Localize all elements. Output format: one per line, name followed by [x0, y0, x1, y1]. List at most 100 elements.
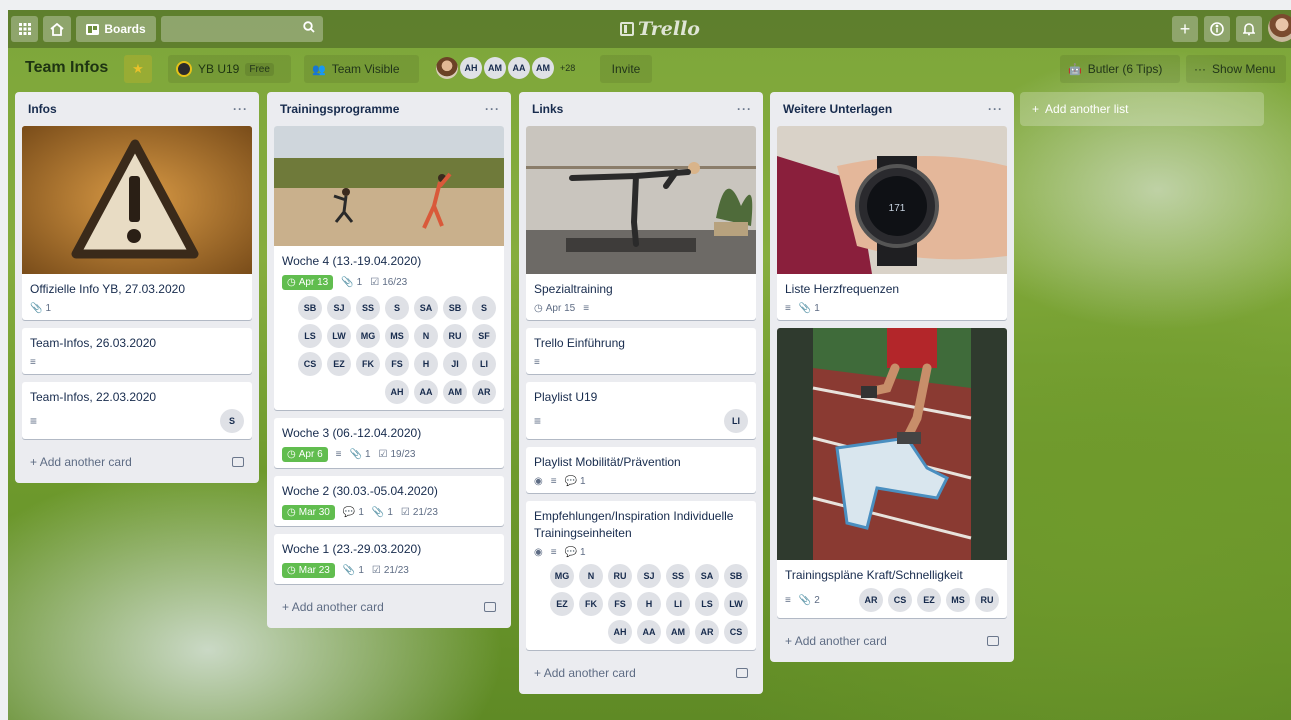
member-avatar[interactable]: LW — [327, 324, 351, 348]
due-date-badge[interactable]: ◷ Apr 13 — [282, 275, 334, 290]
list-header[interactable]: Infos ··· — [22, 92, 252, 126]
member-avatar[interactable]: RU — [975, 588, 999, 612]
member-avatar-photo[interactable] — [436, 57, 458, 79]
member-avatar[interactable]: H — [414, 352, 438, 376]
member-avatar[interactable]: AA — [637, 620, 661, 644]
card[interactable]: Team-Infos, 22.03.2020 ≡ S — [22, 382, 252, 439]
due-date-badge[interactable]: ◷ Mar 30 — [282, 505, 335, 520]
member-avatar[interactable]: SA — [695, 564, 719, 588]
member-avatar[interactable]: RU — [608, 564, 632, 588]
member-avatar[interactable]: SS — [356, 296, 380, 320]
apps-grid-icon[interactable] — [11, 16, 38, 42]
list-title[interactable]: Links — [532, 102, 563, 116]
member-avatar[interactable]: AH — [385, 380, 409, 404]
card[interactable]: Woche 4 (13.-19.04.2020) ◷ Apr 13 📎 1 ☑ 16/… — [274, 126, 504, 410]
show-menu-button[interactable]: ··· Show Menu — [1186, 55, 1286, 83]
card[interactable]: Playlist Mobilität/Prävention ◉ ≡ 💬 1 — [526, 447, 756, 493]
member-avatar[interactable]: AR — [695, 620, 719, 644]
card[interactable]: 171 Liste Herzfrequenzen ≡ 📎 1 — [777, 126, 1007, 320]
card[interactable]: Trainingspläne Kraft/Schnelligkeit ≡ 📎 2 … — [777, 328, 1007, 618]
member-avatar[interactable]: SA — [414, 296, 438, 320]
card-template-icon[interactable] — [987, 636, 999, 646]
card[interactable]: Offizielle Info YB, 27.03.2020 📎 1 — [22, 126, 252, 320]
card-template-icon[interactable] — [484, 602, 496, 612]
member-avatar[interactable]: MS — [385, 324, 409, 348]
member-avatar[interactable]: LW — [724, 592, 748, 616]
card[interactable]: Team-Infos, 26.03.2020 ≡ — [22, 328, 252, 374]
member-avatar[interactable]: CS — [298, 352, 322, 376]
member-avatar[interactable]: EZ — [550, 592, 574, 616]
member-avatar[interactable]: FS — [385, 352, 409, 376]
search-input[interactable] — [161, 16, 323, 42]
list-title[interactable]: Trainingsprogramme — [280, 102, 399, 116]
add-list-button[interactable]: + Add another list — [1020, 92, 1264, 126]
invite-button[interactable]: Invite — [600, 55, 652, 83]
member-avatar[interactable]: RU — [443, 324, 467, 348]
member-avatar[interactable]: AA — [414, 380, 438, 404]
member-avatar[interactable]: SJ — [327, 296, 351, 320]
member-avatar[interactable]: N — [414, 324, 438, 348]
member-avatar[interactable]: LI — [472, 352, 496, 376]
board-title[interactable]: Team Infos — [25, 59, 108, 77]
butler-button[interactable]: 🤖 Butler (6 Tips) — [1060, 55, 1180, 83]
team-button[interactable]: YB U19 Free — [168, 55, 291, 83]
visibility-button[interactable]: 👥 Team Visible — [304, 55, 419, 83]
trello-logo[interactable]: Trello — [620, 18, 700, 40]
boards-button[interactable]: Boards — [76, 16, 156, 42]
list-title[interactable]: Weitere Unterlagen — [783, 102, 892, 116]
home-icon[interactable] — [43, 16, 71, 42]
card[interactable]: Playlist U19 ≡ LI — [526, 382, 756, 439]
more-members-count[interactable]: +28 — [560, 63, 575, 73]
due-date-badge[interactable]: ◷ Apr 15 — [534, 303, 575, 314]
card[interactable]: Woche 3 (06.-12.04.2020) ◷ Apr 6 ≡ 📎 1 ☑ 19… — [274, 418, 504, 468]
create-plus-icon[interactable]: + — [1172, 16, 1198, 42]
card-template-icon[interactable] — [232, 457, 244, 467]
member-avatar[interactable]: CS — [888, 588, 912, 612]
member-avatar[interactable]: LI — [666, 592, 690, 616]
due-date-badge[interactable]: ◷ Mar 23 — [282, 563, 335, 578]
list-menu-icon[interactable]: ··· — [485, 102, 500, 116]
member-avatar[interactable]: EZ — [917, 588, 941, 612]
info-icon[interactable] — [1204, 16, 1230, 42]
add-card-button[interactable]: + Add another card — [526, 658, 756, 688]
member-avatar[interactable]: S — [220, 409, 244, 433]
member-avatar[interactable]: SS — [666, 564, 690, 588]
search-icon[interactable] — [303, 21, 315, 36]
list-title[interactable]: Infos — [28, 102, 57, 116]
list-menu-icon[interactable]: ··· — [233, 102, 248, 116]
member-avatar[interactable]: AM — [666, 620, 690, 644]
card[interactable]: Woche 2 (30.03.-05.04.2020) ◷ Mar 30 💬 1 📎… — [274, 476, 504, 526]
list-header[interactable]: Trainingsprogramme ··· — [274, 92, 504, 126]
list-menu-icon[interactable]: ··· — [988, 102, 1003, 116]
member-avatar[interactable]: EZ — [327, 352, 351, 376]
member-avatar[interactable]: AH — [608, 620, 632, 644]
list-header[interactable]: Links ··· — [526, 92, 756, 126]
member-avatar[interactable]: S — [472, 296, 496, 320]
add-card-button[interactable]: + Add another card — [777, 626, 1007, 656]
star-button[interactable]: ★ — [124, 55, 152, 83]
member-avatar[interactable]: SB — [724, 564, 748, 588]
member-avatar[interactable]: FS — [608, 592, 632, 616]
member-avatar[interactable]: AH — [460, 57, 482, 79]
list-header[interactable]: Weitere Unterlagen ··· — [777, 92, 1007, 126]
member-avatar[interactable]: CS — [724, 620, 748, 644]
member-avatar[interactable]: LS — [298, 324, 322, 348]
member-avatar[interactable]: FK — [579, 592, 603, 616]
member-avatar[interactable]: LI — [724, 409, 748, 433]
member-avatar[interactable]: AM — [532, 57, 554, 79]
member-avatar[interactable]: AA — [508, 57, 530, 79]
member-avatar[interactable]: N — [579, 564, 603, 588]
member-avatar[interactable]: AR — [472, 380, 496, 404]
member-avatar[interactable]: JI — [443, 352, 467, 376]
card[interactable]: Trello Einführung ≡ — [526, 328, 756, 374]
card-template-icon[interactable] — [736, 668, 748, 678]
member-avatar[interactable]: AR — [859, 588, 883, 612]
card[interactable]: Spezialtraining ◷ Apr 15 ≡ — [526, 126, 756, 320]
card[interactable]: Empfehlungen/Inspiration Individuelle Tr… — [526, 501, 756, 650]
member-avatar[interactable]: MG — [356, 324, 380, 348]
user-avatar[interactable] — [1268, 14, 1291, 42]
member-avatar[interactable]: SF — [472, 324, 496, 348]
member-avatar[interactable]: FK — [356, 352, 380, 376]
member-avatar[interactable]: AM — [484, 57, 506, 79]
add-card-button[interactable]: + Add another card — [274, 592, 504, 622]
